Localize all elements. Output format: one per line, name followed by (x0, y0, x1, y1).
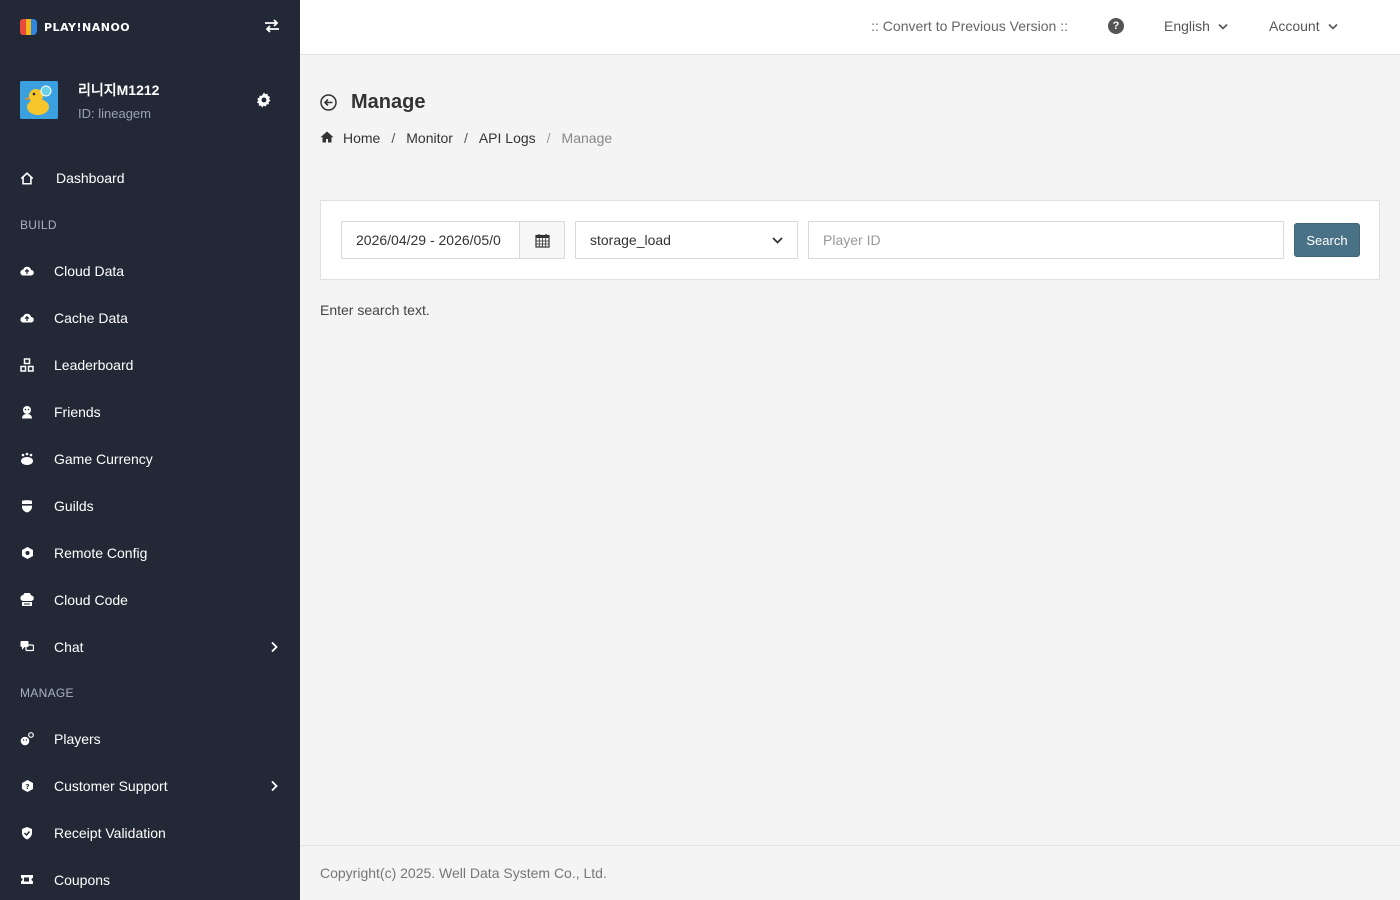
sidebar-item-label: Game Currency (54, 450, 153, 467)
back-arrow-icon[interactable] (320, 94, 337, 111)
section-manage-label: MANAGE (20, 685, 74, 700)
sidebar-header: PLAY!NANOO (0, 0, 300, 54)
footer: Copyright(c) 2025. Well Data System Co.,… (300, 845, 1400, 900)
shield-icon (20, 826, 34, 840)
project-avatar (20, 81, 58, 119)
copyright-text: Copyright(c) 2025. Well Data System Co.,… (320, 865, 607, 881)
sidebar-item-cloud-code[interactable]: Cloud Code (0, 576, 300, 623)
svg-text:?: ? (25, 783, 29, 791)
search-hint: Enter search text. (320, 302, 430, 318)
sidebar-item-label: Remote Config (54, 544, 148, 561)
brand-logo[interactable]: PLAY!NANOO (20, 19, 130, 35)
brand-name: PLAY!NANOO (44, 20, 131, 34)
sidebar-item-label: Cloud Data (54, 262, 125, 279)
cloud-code-icon (20, 592, 34, 607)
sidebar-item-label: Players (54, 730, 101, 747)
language-label: English (1164, 18, 1210, 34)
sidebar-item-game-currency[interactable]: Game Currency (0, 435, 300, 482)
chevron-down-icon (1328, 23, 1338, 30)
top-header: :: Convert to Previous Version :: ? Engl… (300, 0, 1400, 55)
sidebar-item-cloud-data[interactable]: Cloud Data (0, 247, 300, 294)
home-icon (20, 171, 34, 185)
search-button[interactable]: Search (1294, 223, 1360, 257)
language-dropdown[interactable]: English (1164, 18, 1228, 34)
chevron-down-icon (1218, 23, 1228, 30)
account-label: Account (1269, 18, 1320, 34)
breadcrumb-api-logs[interactable]: API Logs (479, 130, 536, 146)
api-select-value: storage_load (590, 232, 671, 248)
sidebar-item-leaderboard[interactable]: Leaderboard (0, 341, 300, 388)
sidebar-item-label: Receipt Validation (54, 824, 166, 841)
logo-mark-icon (20, 19, 38, 35)
sidebar-item-label: Leaderboard (54, 356, 134, 373)
date-range-picker (341, 221, 565, 259)
breadcrumb-home[interactable]: Home (343, 130, 380, 146)
section-build-label: BUILD (20, 217, 57, 232)
coupon-icon (20, 873, 34, 887)
sidebar-item-label: Friends (54, 403, 101, 420)
sidebar-item-chat[interactable]: Chat (0, 623, 300, 670)
players-icon (20, 731, 34, 746)
breadcrumb-separator: / (391, 130, 396, 146)
sidebar-item-receipt-validation[interactable]: Receipt Validation (0, 809, 300, 856)
sidebar-item-label: Dashboard (56, 170, 125, 186)
project-profile: 리니지M1212 ID: lineagem (0, 54, 300, 146)
home-icon (320, 130, 334, 146)
help-icon[interactable]: ? (1108, 18, 1124, 34)
sidebar-item-guilds[interactable]: Guilds (0, 482, 300, 529)
convert-previous-version-link[interactable]: :: Convert to Previous Version :: (871, 18, 1068, 34)
chevron-right-icon (270, 779, 278, 797)
sidebar-item-coupons[interactable]: Coupons (0, 856, 300, 900)
sidebar-item-customer-support[interactable]: ? Customer Support (0, 762, 300, 809)
sidebar-item-label: Guilds (54, 497, 94, 514)
player-id-input[interactable] (808, 221, 1284, 259)
gear-icon[interactable] (256, 92, 272, 108)
main-content: Manage Home / Monitor / API Logs / Manag… (300, 55, 1400, 845)
leaderboard-icon (20, 357, 34, 372)
sidebar: PLAY!NANOO 리니지M1212 ID: lineagem Dashboa… (0, 0, 300, 900)
account-dropdown[interactable]: Account (1269, 18, 1338, 34)
breadcrumb-current: Manage (561, 130, 613, 146)
support-icon: ? (20, 779, 34, 793)
page-title: Manage (351, 91, 426, 113)
sidebar-item-label: Cloud Code (54, 591, 128, 608)
cloud-upload-icon (20, 264, 34, 278)
api-select[interactable]: storage_load (575, 221, 798, 259)
sidebar-item-label: Cache Data (54, 309, 128, 326)
sidebar-item-friends[interactable]: Friends (0, 388, 300, 435)
page-title-row: Manage (320, 91, 425, 114)
search-panel: storage_load Search (320, 200, 1380, 280)
breadcrumb-separator: / (546, 130, 551, 146)
guild-icon (20, 499, 34, 513)
breadcrumb-separator: / (463, 130, 468, 146)
breadcrumb: Home / Monitor / API Logs / Manage (320, 130, 612, 146)
currency-icon (20, 452, 34, 466)
cloud-upload-icon (20, 311, 34, 325)
project-name: 리니지M1212 (78, 81, 160, 98)
sidebar-item-cache-data[interactable]: Cache Data (0, 294, 300, 341)
sidebar-item-remote-config[interactable]: Remote Config (0, 529, 300, 576)
breadcrumb-monitor[interactable]: Monitor (406, 130, 453, 146)
chat-icon (20, 640, 34, 654)
date-range-input[interactable] (342, 222, 519, 258)
switch-project-icon[interactable] (264, 17, 280, 38)
project-id: ID: lineagem (78, 105, 151, 121)
sidebar-item-players[interactable]: Players (0, 715, 300, 762)
chevron-right-icon (270, 640, 278, 658)
sidebar-item-label: Customer Support (54, 777, 168, 794)
calendar-icon[interactable] (519, 222, 564, 258)
friends-icon (20, 405, 34, 419)
sidebar-item-label: Chat (54, 638, 84, 655)
sidebar-item-dashboard[interactable]: Dashboard (0, 154, 300, 202)
chevron-down-icon (772, 236, 783, 244)
sidebar-item-label: Coupons (54, 871, 111, 888)
config-icon (20, 546, 34, 560)
